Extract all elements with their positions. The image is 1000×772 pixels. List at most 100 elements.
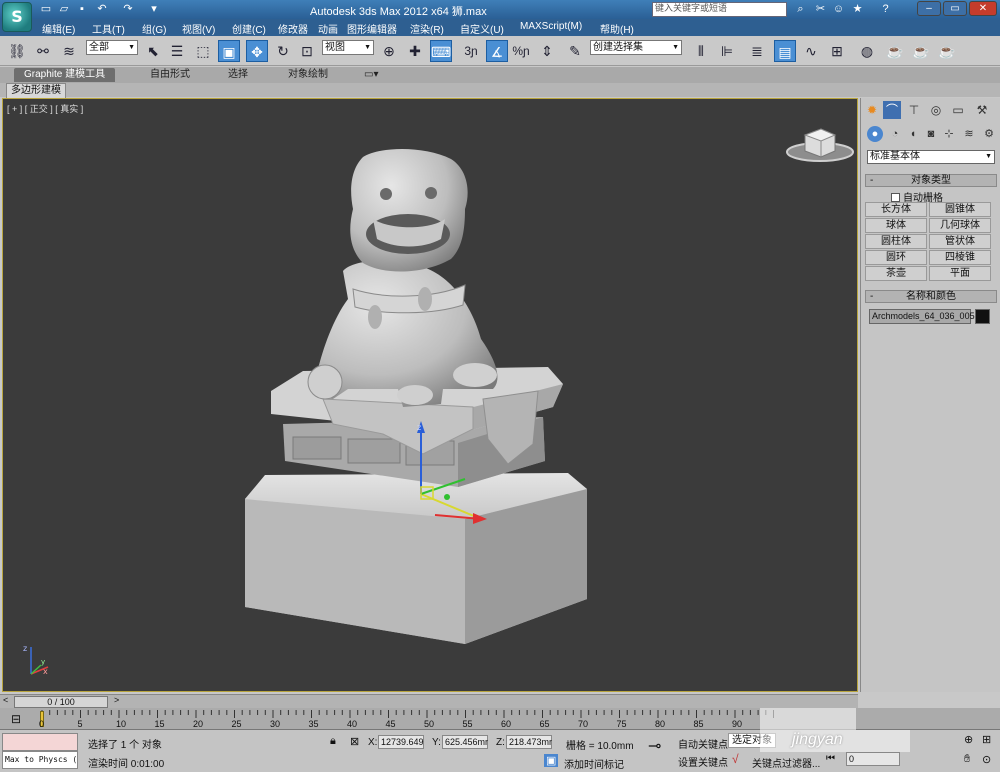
link-icon[interactable]: ⛓ xyxy=(6,40,28,62)
pedestal-base[interactable] xyxy=(245,473,587,644)
torus-button[interactable]: 圆环 xyxy=(865,250,927,265)
prev-frame-icon[interactable]: < xyxy=(3,695,8,705)
pyramid-button[interactable]: 四棱锥 xyxy=(929,250,991,265)
tube-button[interactable]: 管状体 xyxy=(929,234,991,249)
tab-object-paint[interactable]: 对象绘制 xyxy=(288,68,328,82)
viewcube[interactable] xyxy=(786,128,854,162)
shapes-icon[interactable]: ◔ xyxy=(887,126,903,142)
motion-tab-icon[interactable]: ◎ xyxy=(927,101,945,119)
geosphere-button[interactable]: 几何球体 xyxy=(929,218,991,233)
select-move-icon[interactable]: ✥ xyxy=(246,40,268,62)
percent-snap-icon[interactable]: %ɲ xyxy=(510,40,532,62)
menu-maxscript[interactable]: MAXScript(M) xyxy=(520,21,582,32)
layer-manager-icon[interactable]: ≣ xyxy=(746,40,768,62)
create-tab-icon[interactable]: ✹ xyxy=(863,101,881,119)
unlink-icon[interactable]: ⚯ xyxy=(32,40,54,62)
align-icon[interactable]: ⊫ xyxy=(716,40,738,62)
trackbar[interactable]: ⊟ 0 5 10 15 20 25 30 35 40 45 50 55 60 65 70 75 80 85 90 xyxy=(0,708,1000,730)
cameras-icon[interactable]: ◙ xyxy=(923,126,939,142)
menu-customize[interactable]: 自定义(U) xyxy=(460,21,504,36)
rendered-frame-icon[interactable]: ☕ xyxy=(910,40,932,62)
key-filters-button[interactable]: 关键点过滤器... xyxy=(752,755,820,770)
lion-statue[interactable] xyxy=(307,149,498,407)
undo-icon[interactable]: ↶ xyxy=(94,2,110,17)
lights-icon[interactable]: ◖ xyxy=(905,126,921,142)
absolute-mode-icon[interactable]: ⊠ xyxy=(350,735,359,748)
box-button[interactable]: 长方体 xyxy=(865,202,927,217)
menu-create[interactable]: 创建(C) xyxy=(232,21,266,36)
tab-freeform[interactable]: 自由形式 xyxy=(150,68,190,82)
select-scale-icon[interactable]: ⊡ xyxy=(296,40,318,62)
tab-selection[interactable]: 选择 xyxy=(228,68,248,82)
auto-key-button[interactable]: 自动关键点 xyxy=(678,736,728,751)
helpers-icon[interactable]: ⊹ xyxy=(941,126,957,142)
current-frame-input[interactable]: 0 xyxy=(846,752,900,766)
favorites-icon[interactable]: ★ xyxy=(850,2,865,17)
object-type-rollout[interactable]: - 对象类型 xyxy=(865,174,997,187)
new-file-icon[interactable]: ▭ xyxy=(38,2,54,17)
orbit-icon[interactable]: ⊙ xyxy=(982,753,991,766)
redo-icon[interactable]: ↷ xyxy=(120,2,136,17)
mirror-icon[interactable]: ⫴ xyxy=(690,40,712,62)
systems-icon[interactable]: ⚙ xyxy=(981,126,997,142)
snaps-toggle-icon[interactable]: 3ɲ xyxy=(460,40,482,62)
material-editor-icon[interactable]: ◍ xyxy=(856,40,878,62)
selection-filter-dropdown[interactable]: 全部 ▼ xyxy=(86,40,138,55)
space-warps-icon[interactable]: ≋ xyxy=(961,126,977,142)
key-filter-icon[interactable]: √ xyxy=(732,752,739,766)
y-coord-input[interactable]: 625.456mr xyxy=(442,735,488,749)
bind-space-warp-icon[interactable]: ≋ xyxy=(58,40,80,62)
cylinder-button[interactable]: 圆柱体 xyxy=(865,234,927,249)
spinner-snap-icon[interactable]: ⇕ xyxy=(536,40,558,62)
next-frame-icon[interactable]: > xyxy=(114,695,119,705)
sphere-button[interactable]: 球体 xyxy=(865,218,927,233)
quick-access-dropdown-icon[interactable]: ▾ xyxy=(146,2,162,17)
select-rotate-icon[interactable]: ↻ xyxy=(272,40,294,62)
angle-snap-icon[interactable]: ∡ xyxy=(486,40,508,62)
edit-named-selection-icon[interactable]: ✎ xyxy=(564,40,586,62)
pan-icon[interactable]: ✋︎ xyxy=(964,753,970,766)
reference-coord-dropdown[interactable]: 视图 ▼ xyxy=(322,40,374,55)
menu-help[interactable]: 帮助(H) xyxy=(600,21,634,36)
display-tab-icon[interactable]: ▭ xyxy=(949,101,967,119)
minimize-button[interactable]: – xyxy=(917,1,941,16)
x-coord-input[interactable]: 12739.649 xyxy=(378,735,424,749)
named-selection-dropdown[interactable]: 创建选择集 ▼ xyxy=(590,40,682,55)
z-coord-input[interactable]: 218.473mr xyxy=(506,735,552,749)
menu-animation[interactable]: 动画 xyxy=(318,21,338,36)
schematic-view-icon[interactable]: ⊞ xyxy=(826,40,848,62)
object-name-input[interactable]: Archmodels_64_036_005 xyxy=(869,309,975,324)
modify-tab-icon[interactable]: ⌒ xyxy=(883,101,901,119)
app-logo[interactable]: S xyxy=(2,2,32,32)
tools-icon[interactable]: ✂ xyxy=(813,2,828,17)
rectangle-selection-icon[interactable]: ⬚ xyxy=(192,40,214,62)
help-icon[interactable]: ? xyxy=(878,2,893,17)
user-icon[interactable]: ☺ xyxy=(831,2,846,17)
viewport-front[interactable]: [ + ] [ 正交 ] [ 真实 ] z z x y xyxy=(2,98,858,692)
menu-view[interactable]: 视图(V) xyxy=(182,21,215,36)
menu-rendering[interactable]: 渲染(R) xyxy=(410,21,444,36)
curve-editor-icon[interactable]: ∿ xyxy=(800,40,822,62)
menu-graph-editors[interactable]: 图形编辑器 xyxy=(347,21,397,36)
cone-button[interactable]: 圆锥体 xyxy=(929,202,991,217)
teapot-button[interactable]: 茶壶 xyxy=(865,266,927,281)
search-input[interactable]: 键入关键字或短语 xyxy=(652,2,787,17)
goto-start-icon[interactable]: ⏮︎ xyxy=(826,753,835,764)
graphite-toggle-icon[interactable]: ▤ xyxy=(774,40,796,62)
tab-graphite[interactable]: Graphite 建模工具 xyxy=(14,68,116,82)
set-key-button[interactable]: 设置关键点 xyxy=(678,754,728,769)
window-crossing-icon[interactable]: ▣ xyxy=(218,40,240,62)
menu-modifiers[interactable]: 修改器 xyxy=(278,21,308,36)
menu-group[interactable]: 组(G) xyxy=(142,21,166,36)
object-color-swatch[interactable] xyxy=(975,309,990,324)
hierarchy-tab-icon[interactable]: ⊤ xyxy=(905,101,923,119)
maxscript-listener-top[interactable] xyxy=(2,733,78,751)
category-dropdown[interactable]: 标准基本体 ▼ xyxy=(867,150,995,164)
pivot-center-icon[interactable]: ⊕ xyxy=(378,40,400,62)
lock-selection-icon[interactable]: 🔒︎ xyxy=(330,735,336,748)
menu-tools[interactable]: 工具(T) xyxy=(92,21,125,36)
name-color-rollout[interactable]: - 名称和颜色 xyxy=(865,290,997,303)
close-button[interactable]: ✕ xyxy=(969,1,997,16)
key-icon[interactable]: ⊸ xyxy=(648,736,661,756)
zoom-all-icon[interactable]: ⊞ xyxy=(982,733,991,746)
